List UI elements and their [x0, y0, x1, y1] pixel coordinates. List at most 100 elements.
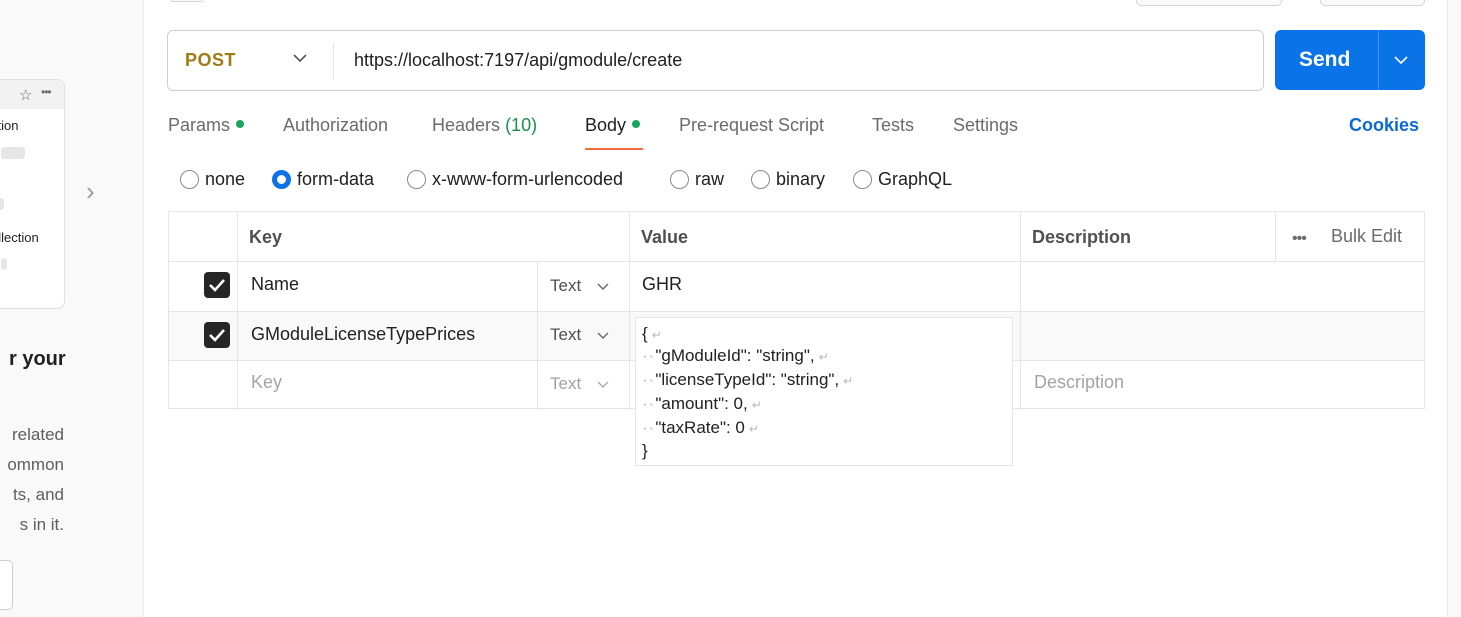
card-placeholder-bar	[1, 258, 7, 270]
tab-settings[interactable]: Settings	[953, 115, 1018, 136]
return-icon: ↵	[818, 350, 829, 364]
json-text: "licenseTypeId": "string",	[655, 370, 840, 389]
sidebar-title: r your	[9, 348, 66, 370]
row-key[interactable]: Name	[251, 274, 299, 295]
checkmark-icon	[209, 279, 225, 292]
whitespace-icon: ··	[642, 418, 656, 437]
row-key[interactable]: GModuleLicenseTypePrices	[251, 324, 475, 345]
return-icon: ↵	[651, 328, 662, 342]
json-line: ··"gModuleId": "string", ↵	[642, 346, 829, 366]
card-line-2: ollection	[0, 230, 39, 245]
tab-tests[interactable]: Tests	[872, 115, 914, 136]
tab-body[interactable]: Body	[585, 115, 641, 136]
json-line: ··"taxRate": 0 ↵	[642, 418, 759, 438]
tab-params[interactable]: Params	[168, 115, 245, 136]
radio-button[interactable]	[407, 170, 426, 189]
chevron-down-icon[interactable]	[595, 376, 611, 392]
json-line: ··"amount": 0, ↵	[642, 394, 762, 414]
return-icon: ↵	[751, 398, 762, 412]
value-editor-popup[interactable]: {↵ ··"gModuleId": "string", ↵ ··"licenseT…	[635, 317, 1013, 466]
url-input[interactable]: https://localhost:7197/api/gmodule/creat…	[354, 50, 682, 71]
new-description-input[interactable]: Description	[1034, 372, 1124, 393]
radio-button[interactable]	[853, 170, 872, 189]
checkmark-icon	[209, 329, 225, 342]
radio-button[interactable]	[751, 170, 770, 189]
row-type-select[interactable]: Text	[550, 325, 581, 345]
divider	[537, 261, 538, 410]
desc-line: ts, and	[12, 485, 64, 504]
headers-count: (10)	[505, 115, 538, 135]
divider	[629, 212, 630, 410]
more-icon[interactable]: •••	[41, 85, 52, 99]
tab-prerequest-script[interactable]: Pre-request Script	[679, 115, 824, 136]
tab-label: Headers	[432, 115, 501, 135]
chevron-right-icon[interactable]: ›	[86, 176, 95, 207]
tab-label: Body	[585, 115, 627, 135]
tab-headers[interactable]: Headers (10)	[432, 115, 537, 136]
row-checkbox[interactable]	[204, 322, 230, 348]
request-url-bar: POST https://localhost:7197/api/gmodule/…	[167, 30, 1264, 91]
return-icon: ↵	[748, 422, 759, 436]
column-header-value: Value	[641, 227, 689, 247]
card-placeholder-bar	[1, 147, 25, 159]
json-text: "gModuleId": "string",	[655, 346, 815, 365]
new-key-input[interactable]: Key	[251, 372, 282, 393]
card-line-1: ction	[0, 118, 19, 133]
json-text: "amount": 0,	[655, 394, 748, 413]
whitespace-icon: ··	[642, 394, 656, 413]
bulk-edit-button[interactable]: Bulk Edit	[1331, 226, 1402, 247]
star-icon[interactable]: ☆	[19, 86, 32, 104]
radio-label: x-www-form-urlencoded	[432, 169, 624, 189]
row-value[interactable]: GHR	[642, 274, 682, 295]
desc-line: ommon	[7, 455, 64, 474]
more-icon[interactable]: •••	[1292, 230, 1307, 248]
radio-button[interactable]	[180, 170, 199, 189]
method-select[interactable]: POST	[185, 50, 236, 71]
left-panel: ☆ ••• ction ollection › r your related o…	[0, 0, 144, 617]
chevron-down-icon[interactable]	[595, 327, 611, 343]
json-text: "taxRate": 0	[655, 418, 745, 437]
active-tab-indicator	[585, 148, 643, 150]
column-header-description: Description	[1032, 227, 1132, 247]
row-type-select[interactable]: Text	[550, 276, 581, 296]
collection-card[interactable]: ☆ ••• ction ollection	[0, 79, 65, 309]
new-row-type-select[interactable]: Text	[550, 374, 581, 394]
divider	[1378, 30, 1379, 90]
divider	[237, 212, 238, 410]
radio-label: raw	[695, 169, 725, 189]
toolbar-button[interactable]	[1320, 0, 1425, 6]
radio-label: binary	[776, 169, 826, 189]
status-dot	[236, 120, 245, 128]
sidebar-description: related ommon ts, and s in it.	[7, 420, 64, 540]
radio-button[interactable]	[272, 170, 291, 189]
return-icon: ↵	[843, 374, 854, 388]
chevron-down-icon[interactable]	[290, 46, 310, 70]
desc-line: related	[12, 425, 64, 444]
sidebar-button[interactable]	[0, 560, 13, 610]
send-button[interactable]: Send	[1275, 30, 1425, 90]
radio-label: form-data	[297, 169, 375, 189]
column-header-key: Key	[249, 227, 283, 247]
radio-label: GraphQL	[878, 169, 953, 189]
cookies-link[interactable]: Cookies	[1349, 115, 1419, 136]
right-sidebar-edge	[1447, 0, 1461, 617]
divider	[169, 311, 1424, 312]
environment-select[interactable]	[1136, 0, 1282, 6]
whitespace-icon: ··	[642, 370, 656, 389]
chevron-down-icon[interactable]	[1390, 48, 1412, 72]
radio-button[interactable]	[670, 170, 689, 189]
json-line: ··"licenseTypeId": "string", ↵	[642, 370, 853, 390]
json-line: }	[642, 441, 648, 460]
chevron-down-icon[interactable]	[595, 278, 611, 294]
row-checkbox[interactable]	[204, 272, 230, 298]
divider	[333, 43, 334, 80]
radio-label: none	[205, 169, 246, 189]
json-line: {↵	[642, 324, 662, 344]
whitespace-icon: ··	[642, 346, 656, 365]
send-label: Send	[1299, 48, 1351, 71]
tab-authorization[interactable]: Authorization	[283, 115, 388, 136]
toolbar-stub	[170, 0, 204, 2]
divider	[1275, 212, 1276, 261]
desc-line: s in it.	[19, 515, 64, 534]
divider	[169, 261, 1424, 262]
